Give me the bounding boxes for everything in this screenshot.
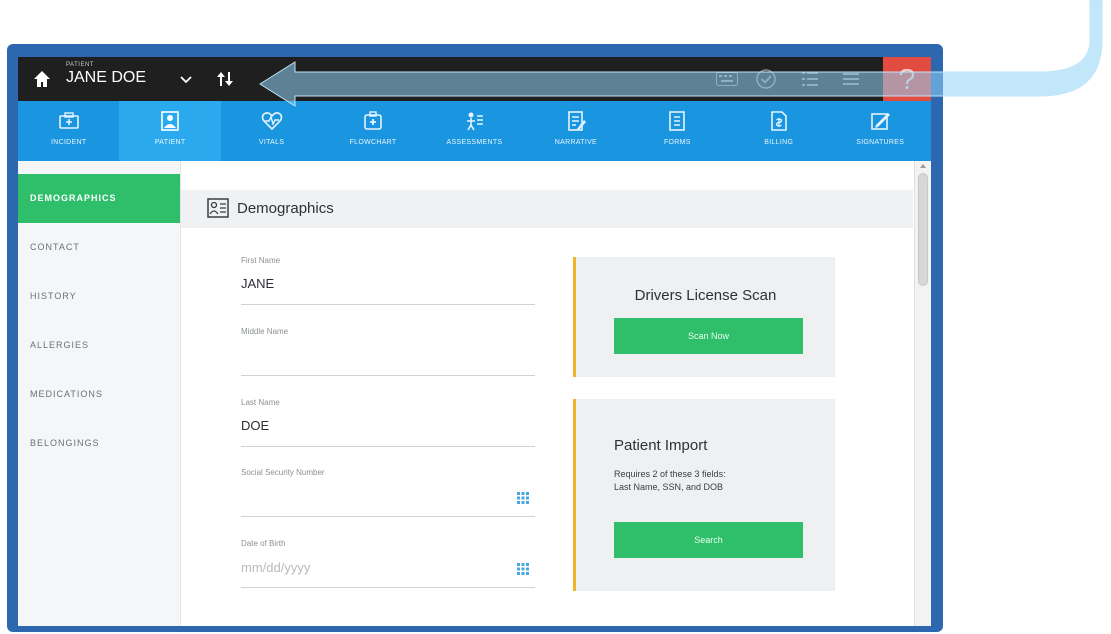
- tab-signatures[interactable]: SIGNATURES: [830, 101, 931, 161]
- sub-nav-sidebar: DEMOGRAPHICS CONTACT HISTORY ALLERGIES M…: [18, 161, 181, 626]
- last-name-field[interactable]: Last Name DOE: [241, 398, 535, 447]
- field-placeholder: mm/dd/yyyy: [241, 560, 311, 575]
- patient-name: JANE DOE: [66, 69, 147, 86]
- sort-icon[interactable]: [215, 69, 235, 89]
- tab-flowchart[interactable]: FLOWCHART: [322, 101, 423, 161]
- desc-line: Last Name, SSN, and DOB: [614, 482, 724, 492]
- scan-now-button[interactable]: Scan Now: [614, 318, 803, 354]
- page-title: Demographics: [237, 200, 334, 217]
- scroll-up-arrow[interactable]: [920, 164, 926, 168]
- tab-label: PATIENT: [154, 139, 186, 146]
- scrollbar[interactable]: [914, 161, 931, 626]
- field-label: Social Security Number: [241, 468, 325, 477]
- card-description: Requires 2 of these 3 fields: Last Name,…: [614, 468, 814, 494]
- card-title: Drivers License Scan: [634, 287, 777, 304]
- search-button[interactable]: Search: [614, 522, 803, 558]
- tab-patient[interactable]: PATIENT: [119, 101, 221, 161]
- tab-billing[interactable]: BILLING: [728, 101, 829, 161]
- sidebar-item-medications[interactable]: MEDICATIONS: [18, 370, 180, 419]
- keypad-icon[interactable]: [517, 563, 529, 575]
- patient-icon: [161, 111, 179, 131]
- tab-label: SIGNATURES: [856, 139, 905, 146]
- list-icon[interactable]: [800, 69, 820, 89]
- field-label: Date of Birth: [241, 539, 286, 548]
- patient-import-card: Patient Import Requires 2 of these 3 fie…: [573, 399, 835, 591]
- top-bar: PATIENT JANE DOE: [18, 57, 931, 101]
- card-title: Patient Import: [614, 437, 708, 454]
- tab-label: INCIDENT: [50, 139, 87, 146]
- check-circle-icon[interactable]: [755, 68, 777, 90]
- tab-label: NARRATIVE: [554, 139, 598, 146]
- patient-selector[interactable]: PATIENT JANE DOE: [66, 62, 146, 87]
- app-screen: PATIENT JANE DOE INCIDENT PATIENT VITALS…: [18, 57, 931, 626]
- field-label: Middle Name: [241, 327, 289, 336]
- sidebar-item-belongings[interactable]: BELONGINGS: [18, 419, 180, 468]
- field-value: JANE: [241, 276, 275, 291]
- menu-icon[interactable]: [841, 69, 861, 89]
- id-card-icon: [207, 198, 229, 218]
- keypad-icon[interactable]: [517, 492, 529, 504]
- tab-label: FORMS: [663, 139, 691, 146]
- tab-assessments[interactable]: ASSESSMENTS: [424, 101, 525, 161]
- tablet-frame: PATIENT JANE DOE INCIDENT PATIENT VITALS…: [7, 44, 943, 632]
- chevron-down-icon[interactable]: [180, 75, 192, 85]
- tab-vitals[interactable]: VITALS: [221, 101, 322, 161]
- ssn-field[interactable]: Social Security Number: [241, 468, 535, 517]
- help-button[interactable]: [883, 57, 931, 101]
- tab-forms[interactable]: FORMS: [627, 101, 728, 161]
- flowchart-icon: [364, 111, 382, 130]
- field-value: DOE: [241, 418, 270, 433]
- tab-label: BILLING: [764, 139, 794, 146]
- field-label: First Name: [241, 256, 281, 265]
- narrative-icon: [568, 111, 586, 131]
- signatures-icon: [871, 113, 891, 130]
- forms-icon: [669, 111, 686, 131]
- tab-label: FLOWCHART: [349, 139, 397, 146]
- tab-incident[interactable]: INCIDENT: [18, 101, 119, 161]
- field-label: Last Name: [241, 398, 280, 407]
- assessments-icon: [467, 112, 484, 131]
- section-nav: INCIDENT PATIENT VITALS FLOWCHART ASSESS…: [18, 101, 931, 161]
- license-scan-card: Drivers License Scan Scan Now: [573, 257, 835, 377]
- tab-label: VITALS: [258, 139, 285, 146]
- keyboard-icon[interactable]: [716, 72, 738, 86]
- home-icon[interactable]: [32, 69, 52, 89]
- sidebar-item-contact[interactable]: CONTACT: [18, 223, 180, 272]
- main-content: Demographics First Name JANE Middle Name…: [181, 161, 913, 626]
- sidebar-item-allergies[interactable]: ALLERGIES: [18, 321, 180, 370]
- scroll-thumb[interactable]: [918, 173, 928, 286]
- desc-line: Requires 2 of these 3 fields:: [614, 469, 726, 479]
- first-name-field[interactable]: First Name JANE: [241, 256, 535, 305]
- billing-icon: [770, 111, 787, 131]
- middle-name-field[interactable]: Middle Name: [241, 327, 535, 376]
- help-icon: [899, 68, 915, 89]
- vitals-icon: [261, 112, 282, 131]
- patient-caption: PATIENT: [66, 62, 94, 68]
- tab-narrative[interactable]: NARRATIVE: [525, 101, 626, 161]
- sidebar-item-history[interactable]: HISTORY: [18, 272, 180, 321]
- section-header: Demographics: [181, 190, 913, 228]
- incident-icon: [58, 112, 79, 129]
- dob-field[interactable]: Date of Birth mm/dd/yyyy: [241, 539, 535, 588]
- tab-label: ASSESSMENTS: [446, 139, 503, 146]
- sidebar-item-demographics[interactable]: DEMOGRAPHICS: [18, 174, 180, 223]
